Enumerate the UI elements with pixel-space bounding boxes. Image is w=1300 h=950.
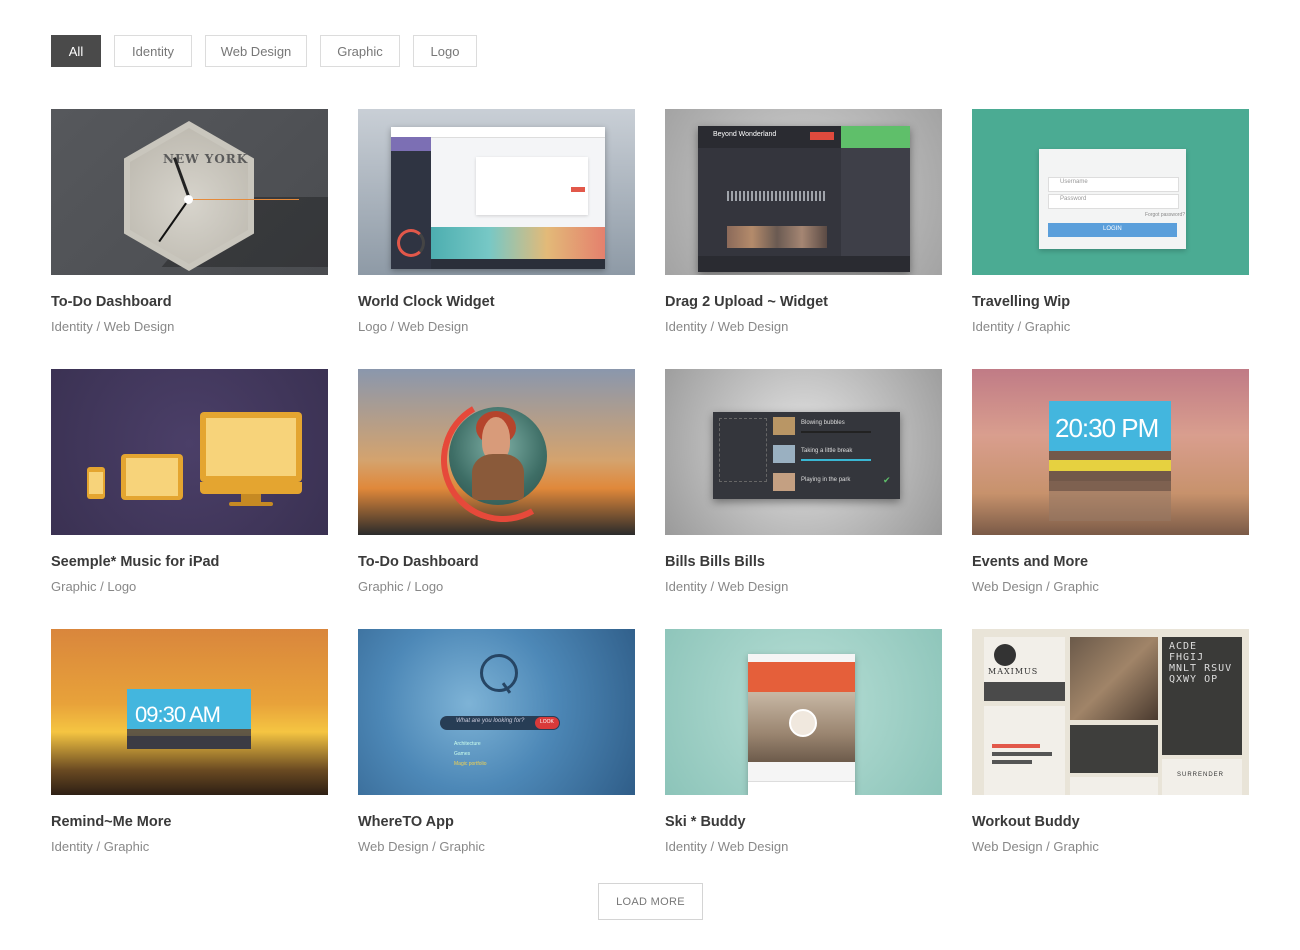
portfolio-title[interactable]: To-Do Dashboard — [358, 554, 635, 572]
portfolio-item: Beyond Wonderland Drag 2 Upload ~ Widget… — [665, 109, 942, 369]
portfolio-item: Username Password Forgot password? LOGIN… — [972, 109, 1249, 369]
portfolio-item: What are you looking for? LOOK Architect… — [358, 629, 635, 889]
portfolio-item: Blowing bubbles Taking a little break Pl… — [665, 369, 942, 629]
portfolio-categories: Logo / Web Design — [358, 319, 469, 334]
portfolio-categories: Identity / Graphic — [51, 839, 150, 854]
portfolio-title[interactable]: WhereTO App — [358, 814, 635, 832]
portfolio-categories: Identity / Graphic — [972, 319, 1071, 334]
portfolio-item: 20:30 PM Events and More Web Design / Gr… — [972, 369, 1249, 629]
thumbnail-text: What are you looking for? — [456, 718, 525, 724]
thumbnail-text: 20:30 PM — [1055, 413, 1159, 443]
portfolio-item: MAXIMUS ACDE FHGIJ MNLT RSUV QXWY OP SUR… — [972, 629, 1249, 889]
portfolio-item: 09:30 AM Remind~Me More Identity / Graph… — [51, 629, 328, 889]
portfolio-title[interactable]: Travelling Wip — [972, 294, 1249, 312]
thumbnail-text: SURRENDER — [1177, 772, 1225, 778]
portfolio-categories: Identity / Web Design — [665, 839, 789, 854]
filter-logo-button[interactable]: Logo — [413, 35, 477, 67]
filter-bar: All Identity Web Design Graphic Logo — [51, 35, 477, 67]
thumbnail-text: Blowing bubbles — [801, 420, 845, 426]
portfolio-thumbnail[interactable]: Beyond Wonderland — [665, 109, 942, 275]
thumbnail-text: MAXIMUS — [988, 667, 1039, 676]
portfolio-thumbnail[interactable]: NEW YORK — [51, 109, 328, 275]
thumbnail-text: Forgot password? — [1145, 212, 1186, 218]
portfolio-categories: Identity / Web Design — [665, 579, 789, 594]
filter-all-button[interactable]: All — [51, 35, 101, 67]
portfolio-item: To-Do Dashboard Graphic / Logo — [358, 369, 635, 629]
portfolio-thumbnail[interactable]: What are you looking for? LOOK Architect… — [358, 629, 635, 795]
portfolio-grid: NEW YORK To-Do Dashboard Identity / Web … — [51, 109, 1249, 889]
portfolio-title[interactable]: Events and More — [972, 554, 1249, 572]
thumbnail-text: LOOK — [540, 719, 554, 725]
portfolio-thumbnail[interactable] — [51, 369, 328, 535]
portfolio-title[interactable]: Workout Buddy — [972, 814, 1249, 832]
thumbnail-text: Magic portfolio — [454, 761, 487, 767]
load-more-button[interactable]: LOAD MORE — [598, 883, 703, 920]
portfolio-categories: Graphic / Logo — [358, 579, 444, 594]
portfolio-title[interactable]: Drag 2 Upload ~ Widget — [665, 294, 942, 312]
portfolio-title[interactable]: To-Do Dashboard — [51, 294, 328, 312]
filter-web-design-button[interactable]: Web Design — [205, 35, 307, 67]
portfolio-thumbnail[interactable]: Username Password Forgot password? LOGIN — [972, 109, 1249, 275]
portfolio-title[interactable]: Bills Bills Bills — [665, 554, 942, 572]
thumbnail-text: Username — [1060, 179, 1088, 185]
portfolio-categories: Identity / Web Design — [51, 319, 175, 334]
portfolio-item: Ski * Buddy Identity / Web Design — [665, 629, 942, 889]
filter-graphic-button[interactable]: Graphic — [320, 35, 400, 67]
portfolio-thumbnail[interactable]: 09:30 AM — [51, 629, 328, 795]
portfolio-title[interactable]: Seemple* Music for iPad — [51, 554, 328, 572]
thumbnail-text: Games — [454, 751, 471, 757]
portfolio-page: All Identity Web Design Graphic Logo NEW… — [0, 0, 1300, 950]
portfolio-thumbnail[interactable]: 20:30 PM — [972, 369, 1249, 535]
portfolio-thumbnail[interactable] — [665, 629, 942, 795]
portfolio-thumbnail[interactable] — [358, 109, 635, 275]
thumbnail-text: Architecture — [454, 741, 481, 747]
thumbnail-text: LOGIN — [1103, 226, 1122, 232]
thumbnail-text: Playing in the park — [801, 477, 851, 483]
portfolio-categories: Web Design / Graphic — [358, 839, 485, 854]
portfolio-categories: Graphic / Logo — [51, 579, 137, 594]
portfolio-thumbnail[interactable]: Blowing bubbles Taking a little break Pl… — [665, 369, 942, 535]
portfolio-categories: Web Design / Graphic — [972, 839, 1099, 854]
thumbnail-text: Beyond Wonderland — [713, 131, 777, 138]
portfolio-thumbnail[interactable] — [358, 369, 635, 535]
thumbnail-text: Password — [1060, 196, 1087, 202]
portfolio-item: Seemple* Music for iPad Graphic / Logo — [51, 369, 328, 629]
portfolio-title[interactable]: World Clock Widget — [358, 294, 635, 312]
portfolio-categories: Web Design / Graphic — [972, 579, 1099, 594]
thumbnail-text: Taking a little break — [801, 448, 853, 454]
portfolio-categories: Identity / Web Design — [665, 319, 789, 334]
portfolio-title[interactable]: Remind~Me More — [51, 814, 328, 832]
thumbnail-text: 09:30 AM — [135, 702, 221, 727]
thumbnail-text: ACDE FHGIJ MNLT RSUV QXWY OP — [1169, 641, 1233, 685]
portfolio-thumbnail[interactable]: MAXIMUS ACDE FHGIJ MNLT RSUV QXWY OP SUR… — [972, 629, 1249, 795]
portfolio-title[interactable]: Ski * Buddy — [665, 814, 942, 832]
portfolio-item: World Clock Widget Logo / Web Design — [358, 109, 635, 369]
check-icon: ✔ — [883, 475, 891, 485]
portfolio-item: NEW YORK To-Do Dashboard Identity / Web … — [51, 109, 328, 369]
filter-identity-button[interactable]: Identity — [114, 35, 192, 67]
